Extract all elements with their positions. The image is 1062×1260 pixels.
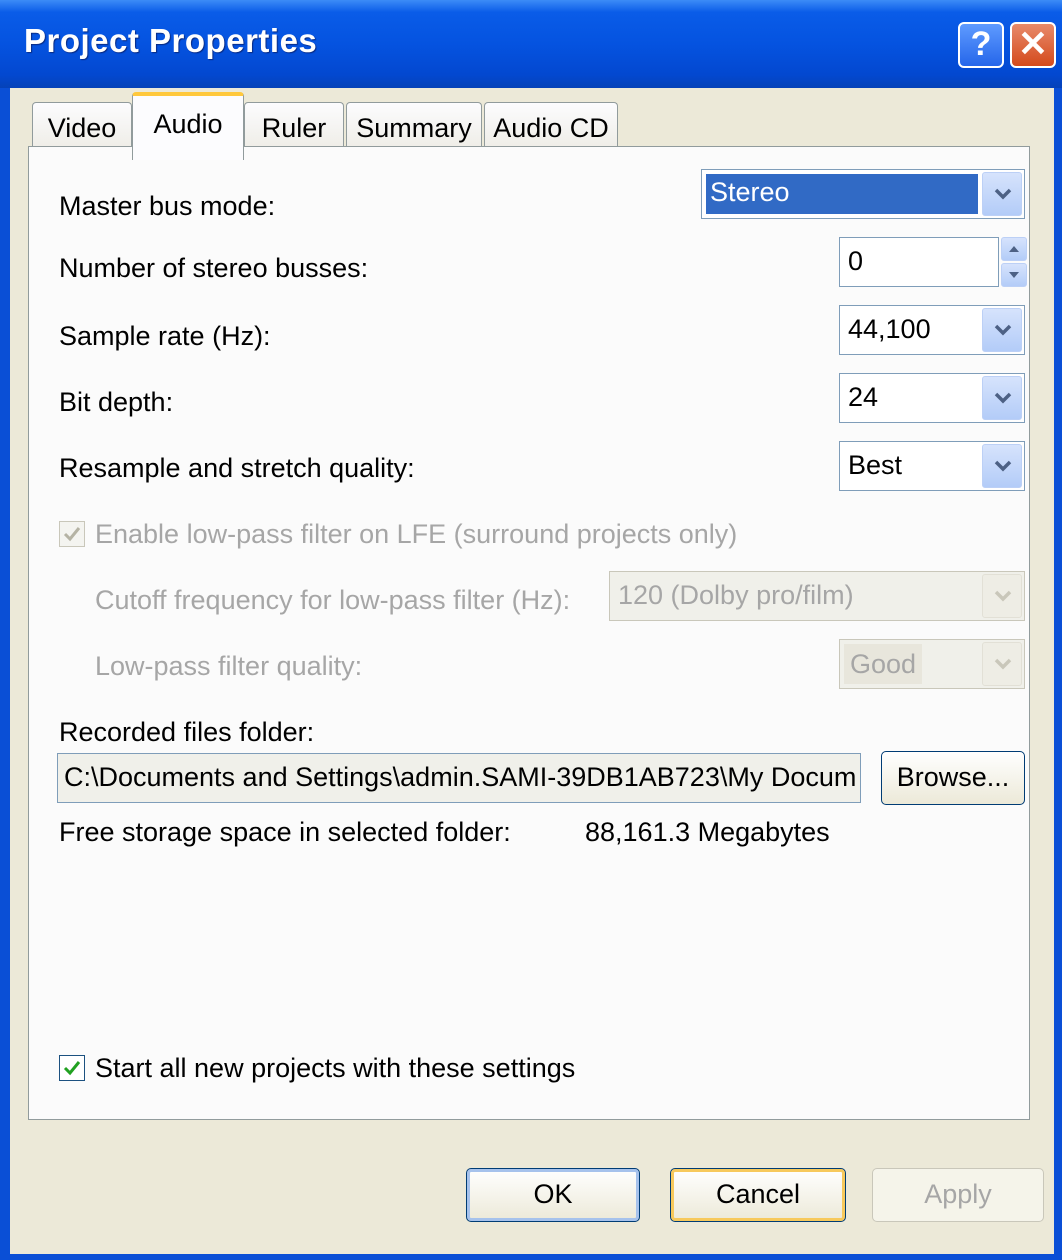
lowpass-enable-label: Enable low-pass filter on LFE (surround …: [95, 519, 738, 549]
checkmark-icon: [63, 527, 81, 542]
cutoff-frequency-label: Cutoff frequency for low-pass filter (Hz…: [95, 585, 571, 615]
sample-rate-select[interactable]: 44,100: [839, 305, 1025, 355]
spin-down-icon[interactable]: [1001, 263, 1027, 287]
master-bus-mode-value: Stereo: [706, 174, 978, 214]
title-bar[interactable]: Project Properties ? ✕: [0, 0, 1062, 88]
window-title: Project Properties: [24, 22, 318, 59]
free-space-value: 88,161.3 Megabytes: [585, 817, 830, 847]
recorded-folder-input[interactable]: C:\Documents and Settings\admin.SAMI-39D…: [57, 753, 861, 803]
bit-depth-select[interactable]: 24: [839, 373, 1025, 423]
stereo-busses-input[interactable]: 0: [839, 237, 999, 287]
audio-tab-panel: Master bus mode: Stereo Number of stereo…: [28, 146, 1030, 1120]
resample-quality-label: Resample and stretch quality:: [59, 453, 415, 483]
recorded-folder-value: C:\Documents and Settings\admin.SAMI-39D…: [64, 762, 857, 792]
resample-quality-select[interactable]: Best: [839, 441, 1025, 491]
chevron-down-icon[interactable]: [982, 376, 1022, 420]
bit-depth-value: 24: [848, 382, 879, 412]
apply-button[interactable]: Apply: [872, 1168, 1044, 1222]
master-bus-mode-label: Master bus mode:: [59, 191, 276, 221]
sample-rate-value: 44,100: [848, 314, 931, 344]
lowpass-quality-select[interactable]: Good: [839, 639, 1025, 689]
ok-button[interactable]: OK: [466, 1168, 640, 1222]
chevron-down-icon[interactable]: [982, 574, 1022, 618]
recorded-folder-label: Recorded files folder:: [59, 717, 315, 747]
close-button[interactable]: ✕: [1010, 22, 1056, 68]
cancel-button[interactable]: Cancel: [670, 1168, 846, 1222]
stereo-busses-value: 0: [848, 246, 864, 276]
resample-quality-value: Best: [848, 450, 903, 480]
checkmark-icon: [63, 1061, 81, 1076]
spin-up-icon[interactable]: [1001, 237, 1027, 261]
help-button[interactable]: ?: [958, 22, 1004, 68]
project-properties-window: Project Properties ? ✕ Video Audio Ruler…: [0, 0, 1062, 1260]
bit-depth-label: Bit depth:: [59, 387, 174, 417]
cutoff-frequency-select[interactable]: 120 (Dolby pro/film): [609, 571, 1025, 621]
lowpass-quality-label: Low-pass filter quality:: [95, 651, 363, 681]
start-new-projects-checkbox[interactable]: [59, 1055, 85, 1081]
dialog-body: Video Audio Ruler Summary Audio CD Maste…: [10, 88, 1054, 1254]
stereo-busses-label: Number of stereo busses:: [59, 253, 369, 283]
lowpass-enable-checkbox[interactable]: [59, 521, 85, 547]
tab-audio[interactable]: Audio: [132, 92, 244, 160]
browse-button[interactable]: Browse...: [881, 751, 1025, 805]
chevron-down-icon[interactable]: [982, 308, 1022, 352]
chevron-down-icon[interactable]: [982, 172, 1022, 216]
sample-rate-label: Sample rate (Hz):: [59, 321, 271, 351]
lowpass-quality-value: Good: [844, 644, 923, 684]
cutoff-frequency-value: 120 (Dolby pro/film): [618, 580, 854, 610]
chevron-down-icon[interactable]: [982, 642, 1022, 686]
chevron-down-icon[interactable]: [982, 444, 1022, 488]
master-bus-mode-select[interactable]: Stereo: [701, 169, 1025, 219]
free-space-label: Free storage space in selected folder:: [59, 817, 511, 847]
start-new-projects-label: Start all new projects with these settin…: [95, 1053, 576, 1083]
stereo-busses-stepper[interactable]: [1001, 237, 1027, 287]
